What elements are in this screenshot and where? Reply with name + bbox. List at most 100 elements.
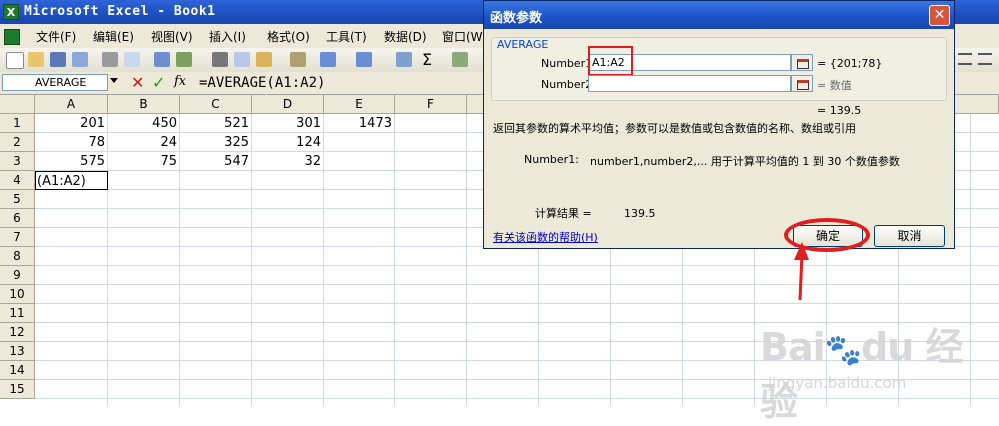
cell-b2[interactable]: 24 bbox=[108, 133, 180, 152]
number2-result: = 数值 bbox=[817, 79, 852, 92]
new-icon[interactable] bbox=[6, 52, 24, 69]
redo-icon[interactable] bbox=[356, 52, 372, 67]
align-center-icon[interactable] bbox=[958, 53, 972, 65]
calc-result-value: 139.5 bbox=[624, 207, 656, 220]
column-header[interactable]: D bbox=[252, 95, 324, 114]
cell-e1[interactable]: 1473 bbox=[324, 114, 395, 133]
number2-input[interactable] bbox=[588, 75, 791, 92]
sort-ascending-icon[interactable] bbox=[452, 52, 468, 67]
row-header[interactable]: 13 bbox=[0, 342, 35, 361]
formula-input[interactable]: =AVERAGE(A1:A2) bbox=[199, 75, 325, 91]
excel-icon: X bbox=[3, 4, 19, 20]
row-header[interactable]: 14 bbox=[0, 361, 35, 380]
row-header[interactable]: 12 bbox=[0, 323, 35, 342]
permission-icon[interactable] bbox=[72, 52, 88, 67]
annotation-arrow bbox=[794, 242, 809, 301]
row-header[interactable]: 9 bbox=[0, 266, 35, 285]
number2-label: Number2 bbox=[541, 78, 593, 91]
row-header[interactable]: 11 bbox=[0, 304, 35, 323]
collapse-dialog-button-1[interactable] bbox=[791, 54, 813, 71]
row-header[interactable]: 5 bbox=[0, 190, 35, 209]
window-title: Microsoft Excel - Book1 bbox=[24, 4, 216, 19]
cell-d3[interactable]: 32 bbox=[252, 152, 324, 171]
cell-d2[interactable]: 124 bbox=[252, 133, 324, 152]
column-gridline bbox=[394, 114, 395, 406]
cut-icon[interactable] bbox=[212, 52, 228, 67]
excel-doc-icon bbox=[4, 29, 20, 45]
column-header[interactable]: A bbox=[35, 95, 108, 114]
row-header[interactable]: 15 bbox=[0, 380, 35, 399]
column-header[interactable]: E bbox=[324, 95, 395, 114]
collapse-icon bbox=[797, 59, 809, 69]
cell-a4-editing[interactable]: (A1:A2) bbox=[35, 171, 108, 190]
cell-b1[interactable]: 450 bbox=[108, 114, 180, 133]
select-all-corner[interactable] bbox=[0, 95, 35, 114]
row-header[interactable]: 2 bbox=[0, 133, 35, 152]
number1-label: Number1 bbox=[541, 57, 593, 70]
function-name-label: AVERAGE bbox=[497, 38, 549, 51]
cell-c2[interactable]: 325 bbox=[180, 133, 252, 152]
cell-a3[interactable]: 575 bbox=[35, 152, 108, 171]
param-label: Number1: bbox=[524, 153, 579, 166]
print-icon[interactable] bbox=[102, 52, 118, 67]
enter-formula-icon[interactable]: ✓ bbox=[152, 73, 165, 92]
function-arguments-dialog: 函数参数 ✕ AVERAGE Number1 A1:A2 = {201;78} … bbox=[483, 0, 955, 252]
calc-result-label: 计算结果 = bbox=[535, 207, 592, 220]
row-header[interactable]: 10 bbox=[0, 285, 35, 304]
print-preview-icon[interactable] bbox=[124, 52, 140, 67]
row-header[interactable]: 1 bbox=[0, 114, 35, 133]
row-header[interactable]: 4 bbox=[0, 171, 35, 190]
menu-tools[interactable]: 工具(T) bbox=[326, 28, 367, 45]
row-header[interactable]: 3 bbox=[0, 152, 35, 171]
undo-icon[interactable] bbox=[320, 52, 336, 67]
menu-insert[interactable]: 插入(I) bbox=[209, 28, 246, 45]
row-header[interactable]: 8 bbox=[0, 247, 35, 266]
collapse-dialog-button-2[interactable] bbox=[791, 75, 813, 92]
help-link[interactable]: 有关该函数的帮助(H) bbox=[493, 229, 598, 245]
baidu-watermark-url: jingyan.baidu.com bbox=[768, 374, 907, 392]
row-header[interactable]: 7 bbox=[0, 228, 35, 247]
function-description: 返回其参数的算术平均值；参数可以是数值或包含数值的名称、数组或引用 bbox=[493, 122, 856, 135]
cell-d1[interactable]: 301 bbox=[252, 114, 324, 133]
cell-a1[interactable]: 201 bbox=[35, 114, 108, 133]
name-box-dropdown-icon[interactable] bbox=[110, 78, 118, 83]
menu-data[interactable]: 数据(D) bbox=[384, 28, 427, 45]
cancel-formula-icon[interactable]: ✕ bbox=[131, 73, 144, 92]
column-header[interactable]: F bbox=[395, 95, 467, 114]
save-icon[interactable] bbox=[50, 52, 66, 67]
column-gridline bbox=[466, 114, 467, 406]
total-result: = 139.5 bbox=[817, 104, 862, 117]
open-icon[interactable] bbox=[28, 52, 44, 67]
menu-window[interactable]: 窗口(W) bbox=[442, 28, 487, 45]
baidu-watermark-logo: Bai🐾du 经验 bbox=[760, 325, 963, 424]
row-header[interactable]: 6 bbox=[0, 209, 35, 228]
hyperlink-icon[interactable] bbox=[396, 52, 412, 67]
autosum-icon[interactable]: Σ bbox=[422, 50, 432, 69]
name-box[interactable]: AVERAGE bbox=[2, 74, 108, 91]
close-button[interactable]: ✕ bbox=[929, 5, 950, 26]
number1-result: = {201;78} bbox=[817, 57, 883, 70]
align-right-icon[interactable] bbox=[978, 53, 992, 65]
copy-icon[interactable] bbox=[234, 52, 250, 67]
paste-icon[interactable] bbox=[256, 52, 272, 67]
menu-file[interactable]: 文件(F) bbox=[36, 28, 76, 45]
menu-edit[interactable]: 编辑(E) bbox=[93, 28, 134, 45]
dialog-title-bar[interactable]: 函数参数 ✕ bbox=[484, 1, 954, 29]
cell-b3[interactable]: 75 bbox=[108, 152, 180, 171]
dialog-title: 函数参数 bbox=[490, 11, 543, 26]
menu-view[interactable]: 视图(V) bbox=[151, 28, 193, 45]
cell-a2[interactable]: 78 bbox=[35, 133, 108, 152]
spelling-icon[interactable] bbox=[154, 52, 170, 67]
research-icon[interactable] bbox=[176, 52, 192, 67]
column-header[interactable]: B bbox=[108, 95, 180, 114]
insert-function-icon[interactable]: fx bbox=[174, 74, 186, 89]
cell-c1[interactable]: 521 bbox=[180, 114, 252, 133]
param-description: number1,number2,... 用于计算平均值的 1 到 30 个数值参… bbox=[590, 155, 900, 168]
collapse-icon bbox=[797, 80, 809, 90]
cell-c3[interactable]: 547 bbox=[180, 152, 252, 171]
format-painter-icon[interactable] bbox=[290, 52, 306, 67]
cancel-button[interactable]: 取消 bbox=[874, 225, 945, 247]
number1-highlight-box bbox=[588, 46, 633, 76]
menu-format[interactable]: 格式(O) bbox=[267, 28, 310, 45]
column-header[interactable]: C bbox=[180, 95, 252, 114]
